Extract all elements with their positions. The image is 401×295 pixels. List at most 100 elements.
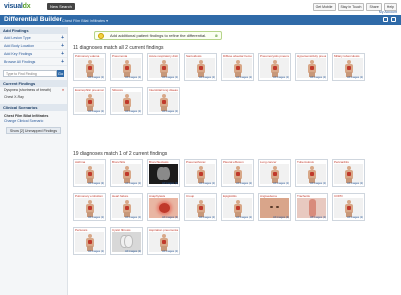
all-images-link[interactable]: All Images (1) xyxy=(334,182,363,186)
diagnosis-tile[interactable]: Pertussis All Images (1) xyxy=(73,227,106,255)
anatomy-illustration[interactable] xyxy=(75,92,104,112)
anatomy-illustration[interactable] xyxy=(223,58,252,78)
diagnosis-tile[interactable]: Pneumocystis pneumoniaAll Images (1) xyxy=(258,53,291,81)
anatomy-illustration[interactable] xyxy=(112,198,141,218)
anatomy-illustration[interactable] xyxy=(334,58,363,78)
all-images-link[interactable]: All Images (2) xyxy=(260,216,289,220)
anatomy-illustration[interactable] xyxy=(297,58,326,78)
scenario-dropdown[interactable]: Chest Film Bilat Infiltrates ▾ xyxy=(62,18,108,23)
anatomy-illustration[interactable] xyxy=(112,58,141,78)
all-images-link[interactable]: All Images (1) xyxy=(75,110,104,114)
go-button[interactable]: Go xyxy=(57,70,64,77)
diagnosis-tile[interactable]: Interstitial lung disease All Images (1) xyxy=(147,87,180,115)
all-images-link[interactable]: All Images (1) xyxy=(186,216,215,220)
all-images-link[interactable]: All Images (1) xyxy=(112,250,141,254)
diagnosis-tile[interactable]: Croup All Images (1) xyxy=(184,193,217,221)
anatomy-illustration[interactable] xyxy=(186,58,215,78)
diagnosis-tile[interactable]: Acute respiratory distressAll Images (1) xyxy=(147,53,180,81)
all-images-link[interactable]: All Images (1) xyxy=(112,182,141,186)
anatomy-illustration[interactable] xyxy=(223,164,252,184)
anatomy-illustration[interactable] xyxy=(334,198,363,218)
diagnosis-tile[interactable]: Lung cancer All Images (1) xyxy=(258,159,291,187)
anatomy-illustration[interactable] xyxy=(149,232,178,252)
diagnosis-tile[interactable]: Bronchitis All Images (1) xyxy=(110,159,143,187)
all-images-link[interactable]: All Images (1) xyxy=(223,216,252,220)
anatomy-illustration[interactable] xyxy=(334,164,363,184)
sidebar-item-add-body-location[interactable]: Add Body Location + xyxy=(0,42,67,50)
my-account-link[interactable]: My Account xyxy=(379,10,397,14)
clinical-photo[interactable] xyxy=(149,198,178,218)
all-images-link[interactable]: All Images (1) xyxy=(260,182,289,186)
all-images-link[interactable]: All Images (1) xyxy=(297,76,326,80)
find-finding-input[interactable] xyxy=(3,70,57,77)
all-images-link[interactable]: All Images (1) xyxy=(260,76,289,80)
diagnosis-tile[interactable]: Tracheitis All Images (1) xyxy=(295,193,328,221)
new-search-button[interactable]: New Search xyxy=(47,3,75,10)
all-images-link[interactable]: All Images (1) xyxy=(186,76,215,80)
all-images-link[interactable]: All Images (2) xyxy=(149,216,178,220)
settings-icon[interactable] xyxy=(391,17,396,22)
diagnosis-tile[interactable]: Pneumothorax All Images (1) xyxy=(184,159,217,187)
diagnosis-tile[interactable]: Miliary tuberculosis All Images (1) xyxy=(332,53,365,81)
visualdx-logo[interactable]: visualdx xyxy=(4,3,31,10)
diagnosis-tile[interactable]: Angioedema All Images (2) xyxy=(258,193,291,221)
remove-icon[interactable]: × xyxy=(62,88,64,93)
diagnosis-tile[interactable]: Silicosis All Images (1) xyxy=(110,87,143,115)
all-images-link[interactable]: All Images (2) xyxy=(75,182,104,186)
diagnosis-tile[interactable]: Tuberculosis All Images (1) xyxy=(295,159,328,187)
anatomy-illustration[interactable] xyxy=(223,198,252,218)
diagnosis-tile[interactable]: Cystic fibrosis All Images (1) xyxy=(110,227,143,255)
sidebar-item-add-lesion-type[interactable]: Add Lesion Type + xyxy=(0,34,67,42)
anatomy-illustration[interactable] xyxy=(112,164,141,184)
anatomy-illustration[interactable] xyxy=(186,164,215,184)
all-images-link[interactable]: All Images (1) xyxy=(186,182,215,186)
all-images-link[interactable]: All Images (1) xyxy=(75,250,104,254)
diagnosis-tile[interactable]: Heart failure All Images (1) xyxy=(110,193,143,221)
all-images-link[interactable]: All Images (1) xyxy=(112,216,141,220)
show-unmapped-findings-button[interactable]: Show [2] Unmapped Findings xyxy=(6,127,61,134)
diagnosis-tile[interactable]: Diffuse alveolar hemorrhageAll Images (1… xyxy=(221,53,254,81)
diagnosis-tile[interactable]: Pneumonia All Images (1) xyxy=(110,53,143,81)
all-images-link[interactable]: All Images (1) xyxy=(223,182,252,186)
all-images-link[interactable]: All Images (1) xyxy=(223,76,252,80)
all-images-link[interactable]: All Images (1) xyxy=(297,182,326,186)
get-mobile-link[interactable]: Get Mobile xyxy=(312,3,336,11)
anatomy-illustration[interactable] xyxy=(186,198,215,218)
grid-view-icon[interactable] xyxy=(383,17,388,22)
anatomy-illustration[interactable] xyxy=(297,164,326,184)
anatomy-illustration[interactable] xyxy=(260,164,289,184)
all-images-link[interactable]: All Images (1) xyxy=(149,110,178,114)
diagnosis-tile[interactable]: Bronchiectasis All Images (2) xyxy=(147,159,180,187)
diagnosis-tile[interactable]: Hypersensitivity pneumonitisAll Images (… xyxy=(295,53,328,81)
clinical-photo[interactable] xyxy=(297,198,326,218)
diagnosis-tile[interactable]: Pulmonary edema All Images (1) xyxy=(73,53,106,81)
stay-in-touch-link[interactable]: Stay in Touch xyxy=(337,3,365,11)
diagnosis-tile[interactable]: Epiglottitis All Images (1) xyxy=(221,193,254,221)
diagnosis-tile[interactable]: Sarcoidosis All Images (1) xyxy=(184,53,217,81)
sidebar-item-add-key-findings[interactable]: Add Key Findings + xyxy=(0,50,67,58)
anatomy-illustration[interactable] xyxy=(149,92,178,112)
all-images-link[interactable]: All Images (1) xyxy=(334,216,363,220)
all-images-link[interactable]: All Images (1) xyxy=(75,216,104,220)
all-images-link[interactable]: All Images (2) xyxy=(149,182,178,186)
anatomy-illustration[interactable] xyxy=(75,164,104,184)
anatomy-illustration[interactable] xyxy=(260,58,289,78)
anatomy-illustration[interactable] xyxy=(75,232,104,252)
all-images-link[interactable]: All Images (1) xyxy=(112,110,141,114)
close-icon[interactable]: ⊗ xyxy=(215,32,218,40)
diagnosis-tile[interactable]: Asthma All Images (2) xyxy=(73,159,106,187)
diagnosis-tile[interactable]: Eosinophilic pneumonia All Images (1) xyxy=(73,87,106,115)
diagnosis-tile[interactable]: Pleural effusion All Images (1) xyxy=(221,159,254,187)
xray-image[interactable] xyxy=(149,164,178,184)
all-images-link[interactable]: All Images (1) xyxy=(334,76,363,80)
anatomy-illustration[interactable] xyxy=(75,198,104,218)
clinical-photo[interactable] xyxy=(260,198,289,218)
diagnosis-tile[interactable]: Aspiration pneumonia All Images (1) xyxy=(147,227,180,255)
anatomy-illustration[interactable] xyxy=(112,92,141,112)
anatomy-illustration[interactable] xyxy=(149,58,178,78)
all-images-link[interactable]: All Images (1) xyxy=(297,216,326,220)
diagnosis-tile[interactable]: Pericarditis All Images (1) xyxy=(332,159,365,187)
diagnosis-tile[interactable]: COPD All Images (1) xyxy=(332,193,365,221)
change-scenario-link[interactable]: Change Clinical Scenario xyxy=(0,118,67,124)
sidebar-item-browse-all-findings[interactable]: Browse All Findings + xyxy=(0,58,67,66)
